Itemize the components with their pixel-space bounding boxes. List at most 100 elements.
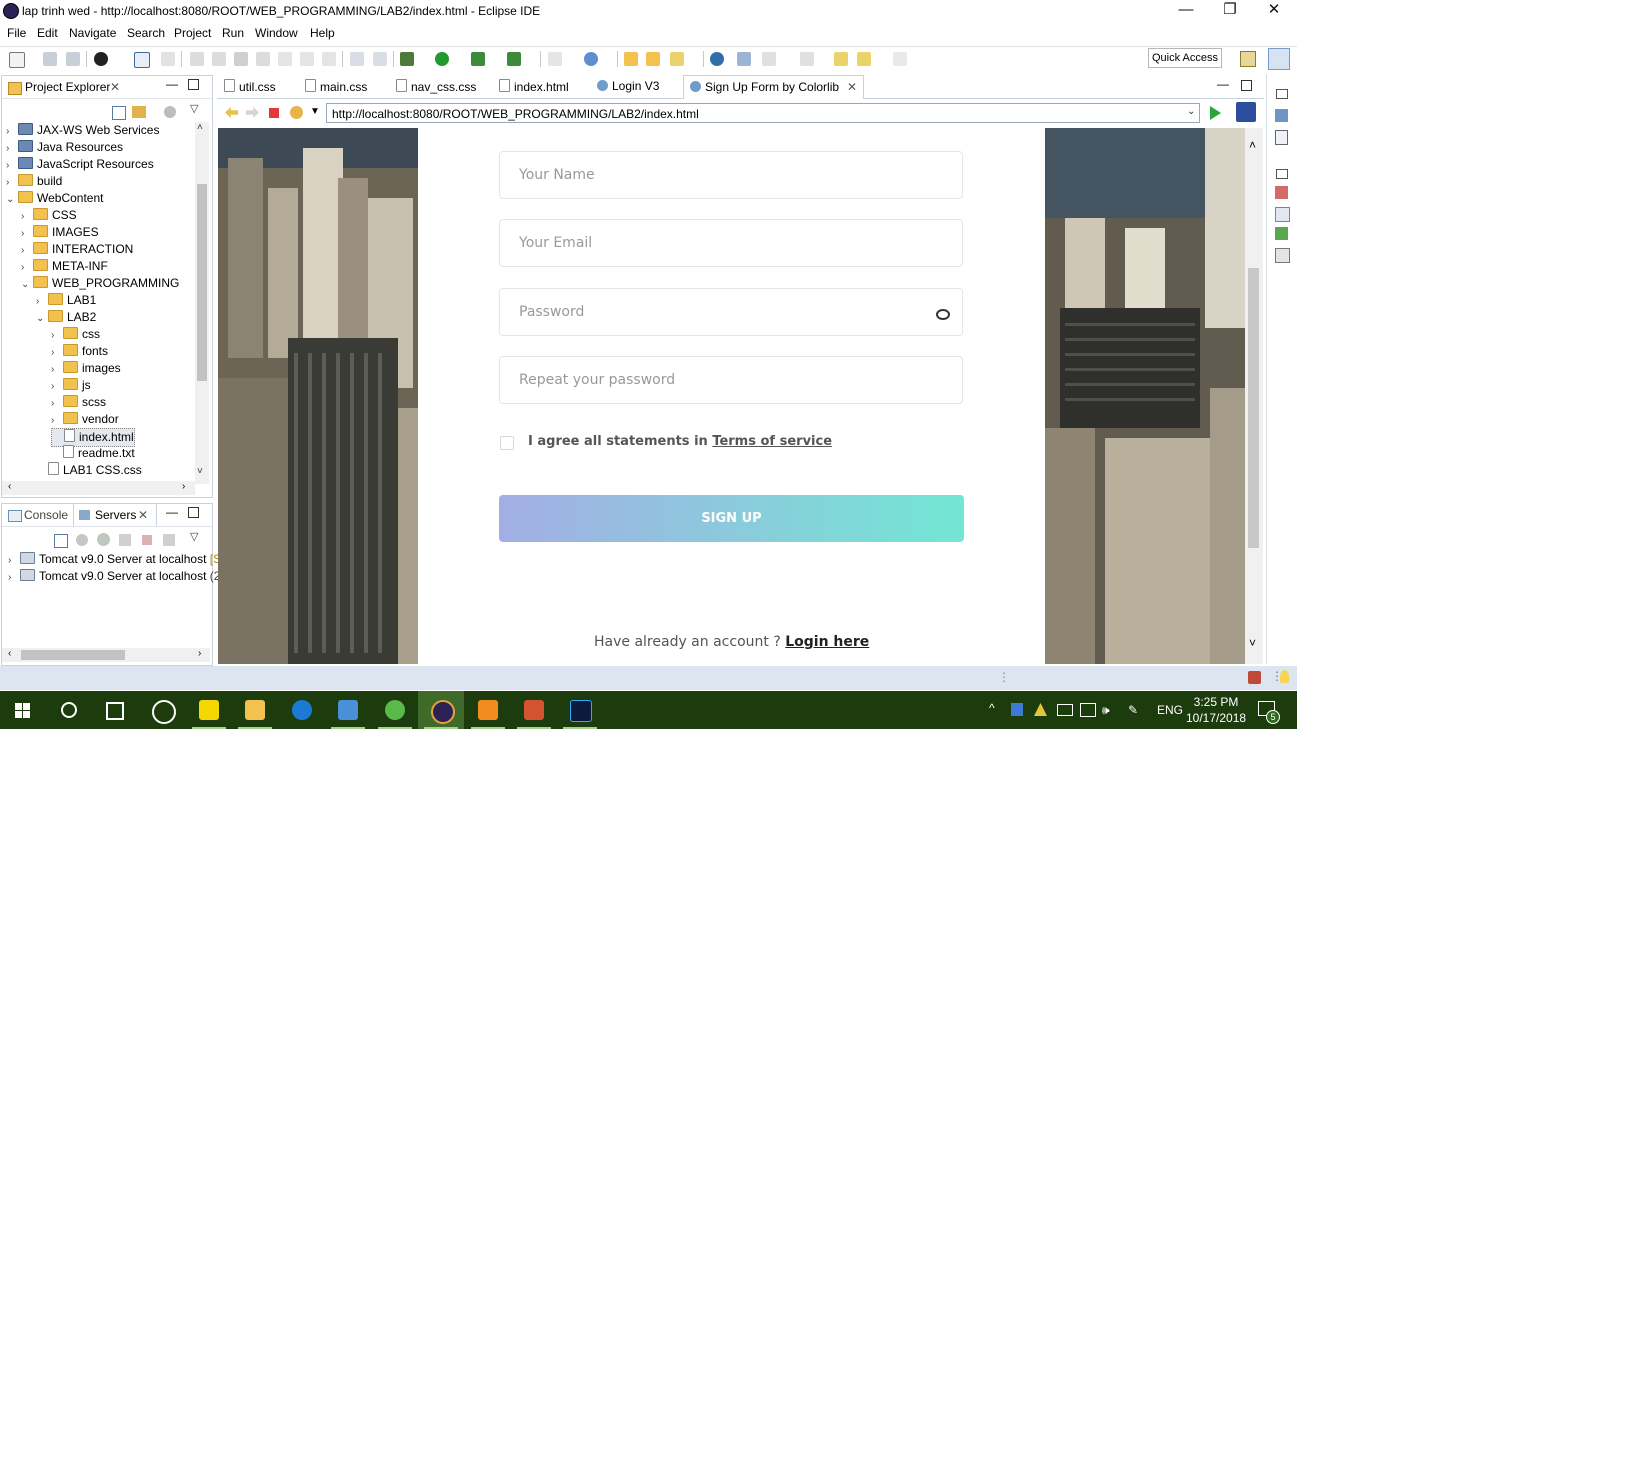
tab-index-html[interactable]: index.html bbox=[499, 79, 569, 97]
scroll-left-icon[interactable]: ‹ bbox=[8, 648, 11, 659]
chevron-down-icon[interactable]: ▼ bbox=[310, 106, 320, 117]
menu-file[interactable]: File bbox=[7, 26, 26, 40]
scroll-right-icon[interactable]: › bbox=[198, 648, 201, 659]
save-all-icon[interactable] bbox=[66, 52, 80, 66]
chevron-right-icon[interactable]: › bbox=[6, 157, 18, 174]
run-icon[interactable] bbox=[435, 52, 449, 66]
battery-icon[interactable] bbox=[1057, 704, 1073, 716]
tree-item[interactable]: › CSS bbox=[21, 207, 77, 224]
email-input[interactable]: Your Email bbox=[499, 219, 963, 267]
chevron-right-icon[interactable]: › bbox=[51, 327, 63, 344]
tree-item[interactable]: › META-INF bbox=[21, 258, 108, 275]
cortana-button[interactable] bbox=[46, 691, 92, 729]
chevron-right-icon[interactable]: › bbox=[51, 412, 63, 429]
minimize-editor-icon[interactable]: — bbox=[1217, 77, 1229, 91]
update-icon[interactable] bbox=[1248, 671, 1261, 684]
forward-icon[interactable] bbox=[893, 52, 907, 66]
suspend-icon[interactable] bbox=[212, 52, 226, 66]
open-task-icon[interactable] bbox=[646, 52, 660, 66]
scroll-down-icon[interactable]: ˅ bbox=[197, 466, 203, 477]
tree-item[interactable]: readme.txt bbox=[51, 445, 135, 462]
sign-up-button[interactable]: SIGN UP bbox=[499, 495, 964, 542]
password-input[interactable]: Password bbox=[499, 288, 963, 336]
skip-breakpoints-icon[interactable] bbox=[161, 52, 175, 66]
taskbar-file-explorer[interactable] bbox=[232, 691, 278, 729]
repeat-password-input[interactable]: Repeat your password bbox=[499, 356, 963, 404]
external-tools-icon[interactable] bbox=[507, 52, 521, 66]
tree-item[interactable]: › JAX-WS Web Services bbox=[6, 122, 159, 139]
annotation-icon[interactable] bbox=[737, 52, 751, 66]
taskbar-sticky-notes[interactable] bbox=[186, 691, 232, 729]
chevron-right-icon[interactable]: › bbox=[8, 552, 20, 569]
tree-item[interactable]: ⌄ WEB_PROGRAMMING bbox=[21, 275, 179, 292]
scroll-up-icon[interactable]: ˄ bbox=[197, 122, 203, 133]
language-indicator[interactable]: ENG bbox=[1157, 703, 1183, 717]
tree-item[interactable]: › js bbox=[51, 377, 91, 394]
chevron-right-icon[interactable]: › bbox=[51, 344, 63, 361]
server-row[interactable]: › Tomcat v9.0 Server at localhost [S bbox=[8, 551, 221, 568]
java-ee-perspective-icon[interactable] bbox=[1268, 48, 1290, 70]
maximize-view-icon[interactable] bbox=[188, 79, 199, 90]
scroll-up-icon[interactable]: ˄ bbox=[1249, 138, 1256, 152]
tree-item[interactable]: › build bbox=[6, 173, 62, 190]
menu-navigate[interactable]: Navigate bbox=[69, 26, 116, 40]
use-step-filters-icon[interactable] bbox=[350, 52, 364, 66]
profile-server-icon[interactable] bbox=[119, 534, 131, 546]
search-icon[interactable] bbox=[670, 52, 684, 66]
next-annotation-icon[interactable] bbox=[762, 52, 776, 66]
servers-tab[interactable]: Servers bbox=[95, 508, 136, 522]
tree-item[interactable]: › css bbox=[51, 326, 100, 343]
data-source-icon[interactable] bbox=[1275, 227, 1288, 240]
tree-item[interactable]: › JavaScript Resources bbox=[6, 156, 154, 173]
view-menu-icon[interactable]: ▽ bbox=[190, 530, 198, 543]
taskbar-browser[interactable] bbox=[279, 691, 325, 729]
system-clock[interactable]: 3:25 PM 10/17/2018 bbox=[1186, 694, 1246, 726]
chevron-right-icon[interactable]: › bbox=[21, 242, 33, 259]
snippets-icon[interactable] bbox=[1275, 248, 1290, 263]
restore-view-icon[interactable] bbox=[1276, 89, 1288, 99]
menu-run[interactable]: Run bbox=[222, 26, 244, 40]
terminate-icon[interactable] bbox=[234, 52, 248, 66]
chevron-right-icon[interactable]: › bbox=[8, 569, 20, 586]
chevron-right-icon[interactable]: › bbox=[21, 208, 33, 225]
browser-go-icon[interactable] bbox=[1210, 106, 1221, 120]
tree-horizontal-scrollbar[interactable]: ‹ › bbox=[2, 481, 195, 495]
tree-scroll-thumb[interactable] bbox=[197, 184, 207, 381]
tree-item[interactable]: › fonts bbox=[51, 343, 108, 360]
server-row[interactable]: › Tomcat v9.0 Server at localhost (2 bbox=[8, 568, 220, 585]
tree-item[interactable]: › Java Resources bbox=[6, 139, 123, 156]
tree-vertical-scrollbar[interactable]: ˄ ˅ bbox=[195, 122, 209, 484]
task-view-button[interactable] bbox=[91, 691, 137, 729]
tip-bulb-icon[interactable] bbox=[1280, 670, 1289, 683]
name-input[interactable]: Your Name bbox=[499, 151, 963, 199]
servers-horizontal-scrollbar[interactable]: ‹ › bbox=[2, 648, 210, 662]
login-link[interactable]: Login here bbox=[785, 634, 869, 650]
disconnect-icon[interactable] bbox=[256, 52, 270, 66]
new-java-class-icon[interactable] bbox=[584, 52, 598, 66]
minimize-view-icon[interactable]: — bbox=[166, 505, 178, 519]
agree-checkbox[interactable] bbox=[500, 436, 514, 450]
tab-main-css[interactable]: main.css bbox=[305, 79, 367, 97]
collapse-all-icon[interactable] bbox=[54, 534, 68, 548]
scroll-right-icon[interactable]: › bbox=[182, 481, 185, 492]
network-icon[interactable] bbox=[1080, 703, 1096, 717]
link-with-editor-icon[interactable] bbox=[132, 106, 146, 118]
close-button[interactable]: ✕ bbox=[1252, 0, 1296, 21]
taskbar-eclipse[interactable] bbox=[418, 691, 464, 729]
publish-server-icon[interactable] bbox=[163, 534, 175, 546]
tree-item[interactable]: LAB1 CSS.css bbox=[36, 462, 142, 479]
minimize-button[interactable]: — bbox=[1164, 0, 1208, 21]
chevron-right-icon[interactable]: › bbox=[21, 225, 33, 242]
chevron-down-icon[interactable]: ⌄ bbox=[6, 191, 18, 208]
tree-item[interactable]: › images bbox=[51, 360, 121, 377]
minimize-view-icon[interactable]: — bbox=[166, 77, 178, 91]
collapse-all-icon[interactable] bbox=[112, 106, 126, 120]
resume-icon[interactable] bbox=[190, 52, 204, 66]
close-tab-icon[interactable]: ✕ bbox=[110, 80, 120, 94]
outline-icon[interactable] bbox=[1275, 109, 1288, 122]
maximize-editor-icon[interactable] bbox=[1241, 80, 1252, 91]
chevron-right-icon[interactable]: › bbox=[51, 378, 63, 395]
tab-nav-css[interactable]: nav_css.css bbox=[396, 79, 476, 97]
start-server-icon[interactable] bbox=[97, 533, 110, 546]
coverage-icon[interactable] bbox=[471, 52, 485, 66]
